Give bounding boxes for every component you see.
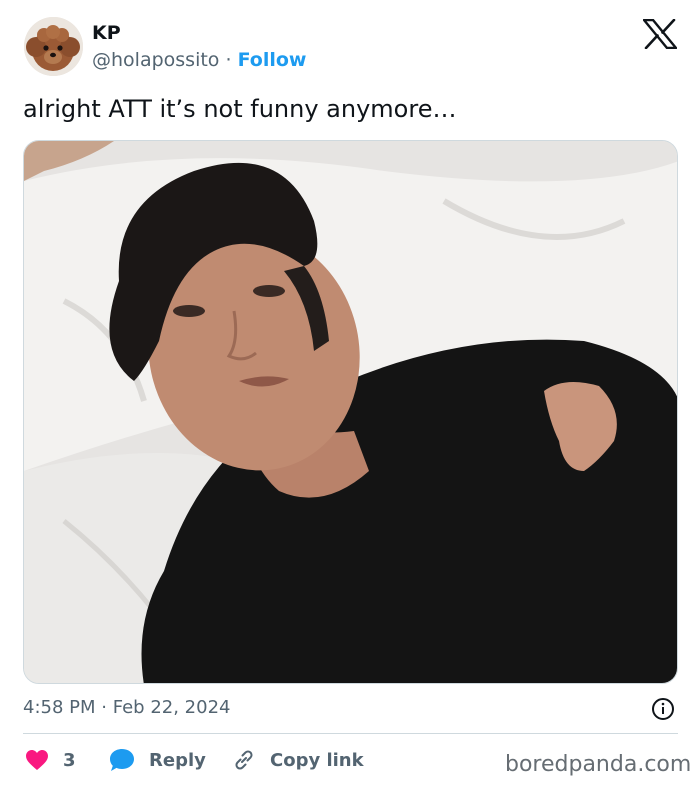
tweet-timestamp[interactable]: 4:58 PM · Feb 22, 2024: [23, 696, 230, 720]
author-handle-row: @holapossito · Follow: [92, 48, 306, 72]
reply-label: Reply: [149, 749, 206, 771]
timestamp-separator: ·: [101, 697, 107, 718]
avatar-dog-image: [24, 17, 83, 76]
watermark: boredpanda.com: [505, 752, 692, 777]
tweet-date: Feb 22, 2024: [112, 697, 231, 718]
like-button[interactable]: 3: [25, 746, 76, 774]
handle-separator: ·: [225, 49, 232, 71]
heart-icon: [26, 750, 48, 770]
reply-bubble-icon: [110, 749, 134, 771]
like-count: 3: [63, 749, 76, 771]
avatar[interactable]: [24, 17, 83, 76]
x-logo-icon[interactable]: [643, 19, 677, 49]
info-icon[interactable]: [651, 697, 675, 721]
follow-button[interactable]: Follow: [238, 49, 307, 71]
author-name[interactable]: KP: [92, 21, 121, 45]
reply-button[interactable]: Reply: [109, 746, 206, 774]
author-handle[interactable]: @holapossito: [92, 49, 219, 71]
copy-link-button[interactable]: Copy link: [232, 746, 364, 774]
link-icon: [235, 750, 253, 770]
divider: [23, 733, 678, 734]
tweet-time: 4:58 PM: [23, 697, 96, 718]
copy-link-label: Copy link: [270, 749, 364, 771]
tweet-media-image[interactable]: [23, 140, 678, 684]
photo-woman-lying-on-pillow: [24, 141, 677, 683]
tweet-text: alright ATT it’s not funny anymore…: [23, 95, 457, 123]
